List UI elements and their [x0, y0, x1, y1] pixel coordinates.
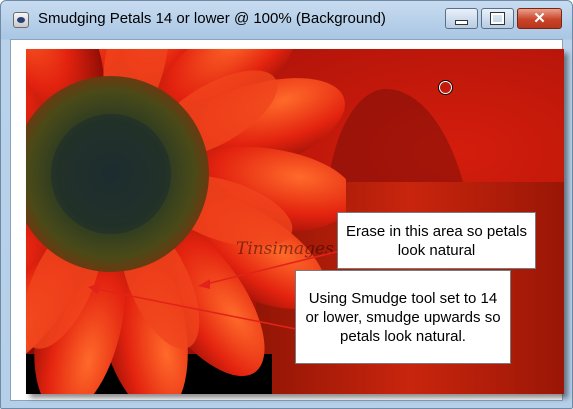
arrow-smudge-head: [88, 283, 100, 294]
document-client-area: Tinsimages Erase in this area so petals …: [10, 39, 564, 401]
minimize-icon: [455, 19, 468, 25]
close-icon: ✕: [533, 10, 546, 27]
minimize-button[interactable]: [445, 8, 478, 29]
close-button[interactable]: ✕: [517, 8, 562, 29]
paintshop-icon[interactable]: [13, 12, 29, 28]
arrow-erase-head: [198, 279, 210, 289]
document-window: Smudging Petals 14 or lower @ 100% (Back…: [0, 0, 573, 409]
arrow-smudge: [95, 288, 297, 330]
callout-smudge-text: Using Smudge tool set to 14 or lower, sm…: [305, 289, 501, 345]
title-bar[interactable]: Smudging Petals 14 or lower @ 100% (Back…: [1, 1, 572, 39]
callout-smudge: Using Smudge tool set to 14 or lower, sm…: [295, 270, 511, 364]
callout-erase: Erase in this area so petals look natura…: [337, 212, 536, 269]
window-title: Smudging Petals 14 or lower @ 100% (Back…: [38, 10, 386, 27]
maximize-button[interactable]: [481, 8, 514, 29]
maximize-icon: [490, 12, 505, 25]
callout-erase-text: Erase in this area so petals look natura…: [346, 222, 527, 259]
image-canvas[interactable]: Tinsimages Erase in this area so petals …: [26, 49, 564, 394]
